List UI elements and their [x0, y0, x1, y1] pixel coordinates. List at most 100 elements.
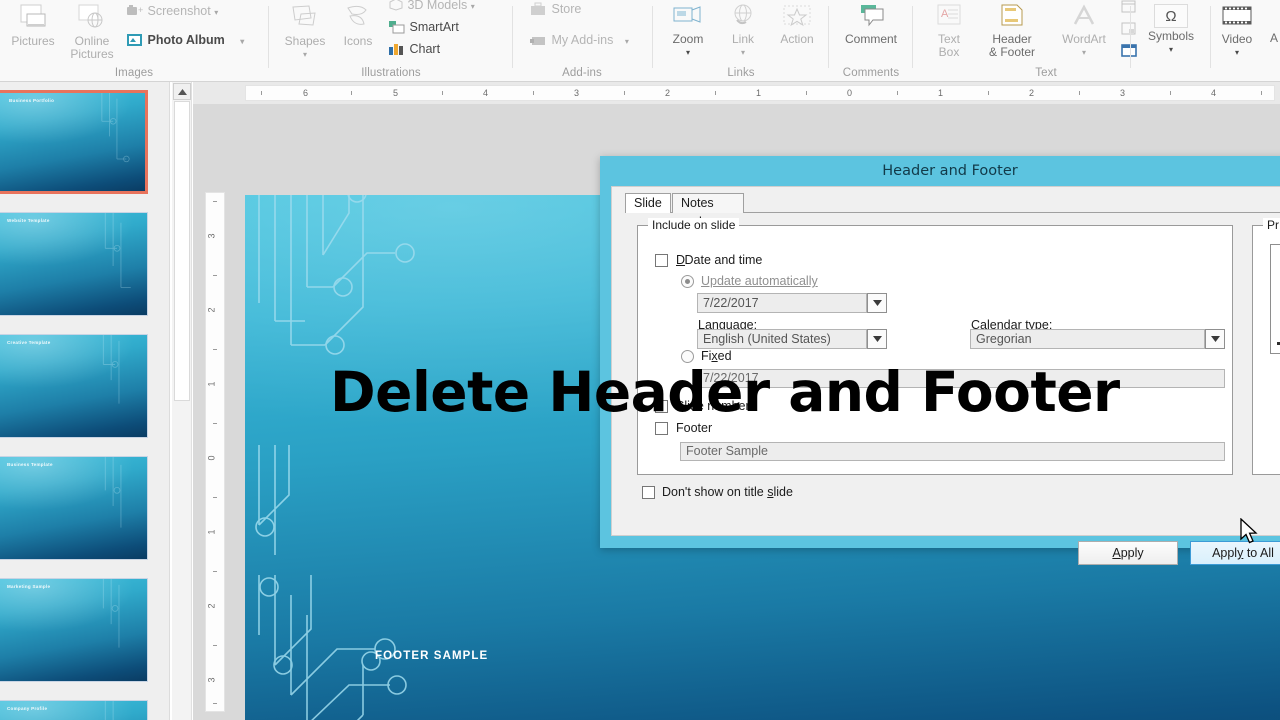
chevron-down-icon[interactable]: [1205, 329, 1225, 349]
thumbnail-title-5: Marketing Sample: [7, 584, 51, 589]
zoom-button[interactable]: Zoom ▾: [660, 4, 716, 59]
thumbnail-title-4: Business Template: [7, 462, 53, 467]
header-footer-label-2: & Footer: [988, 45, 1036, 59]
3d-models-button[interactable]: 3D Models ▾: [388, 0, 475, 14]
dont-show-on-title-slide-checkbox[interactable]: [642, 486, 655, 499]
action-button[interactable]: Action: [770, 4, 824, 46]
slide-thumbnail-panel[interactable]: Business Portfolio Website Template Crea…: [0, 82, 170, 720]
shapes-caret-icon[interactable]: ▾: [278, 48, 332, 61]
screenshot-button[interactable]: + Screenshot ▾: [126, 4, 218, 20]
icons-button[interactable]: Icons: [334, 4, 382, 48]
3d-models-caret-icon[interactable]: ▾: [471, 2, 475, 11]
date-and-time-checkbox[interactable]: [655, 254, 668, 267]
ribbon-group-addins: Store My Add-ins ▾ Add-ins: [514, 0, 650, 82]
photo-album-icon: [126, 33, 144, 47]
wordart-button[interactable]: WordArt ▾: [1052, 4, 1116, 59]
apply-to-all-button-label: Apply to All: [1212, 546, 1274, 560]
v-tick-3b: 3: [206, 677, 217, 683]
update-automatically-radio[interactable]: [681, 275, 694, 288]
calendar-type-combo[interactable]: Gregorian: [970, 329, 1225, 349]
icons-icon: [334, 4, 382, 33]
apply-to-all-button[interactable]: Apply to All: [1190, 541, 1280, 565]
text-box-button[interactable]: A Text Box: [926, 4, 972, 59]
h-minor: [988, 91, 989, 95]
v-tick-2b: 2: [206, 603, 217, 609]
h-tick-4: 4: [483, 88, 489, 98]
chevron-down-icon[interactable]: [867, 329, 887, 349]
header-footer-icon: [976, 4, 1048, 31]
ribbon-group-links: Zoom ▾ Link ▾ Action Links: [654, 0, 828, 82]
v-minor: [213, 423, 217, 424]
h-tick-5: 5: [393, 88, 399, 98]
chevron-down-icon[interactable]: [867, 293, 887, 313]
dialog-title: Header and Footer: [882, 163, 1018, 179]
slide-thumbnail-6[interactable]: Company Profile: [0, 700, 148, 720]
v-tick-1b: 1: [206, 529, 217, 535]
video-caret-icon[interactable]: ▾: [1212, 46, 1262, 59]
smartart-button[interactable]: SmartArt: [388, 20, 459, 34]
group-label-links: Links: [727, 67, 755, 79]
zoom-caret-icon[interactable]: ▾: [660, 46, 716, 59]
tab-notes-and-handouts[interactable]: Notes and Handouts: [672, 193, 744, 248]
photo-album-caret-icon[interactable]: ▾: [240, 37, 244, 46]
ribbon-group-comments: Comment Comments: [830, 0, 912, 82]
language-combo[interactable]: English (United States): [697, 329, 887, 349]
smartart-label: SmartArt: [409, 20, 459, 34]
slide-thumbnail-4[interactable]: Business Template: [0, 456, 148, 560]
slide-thumbnail-2[interactable]: Website Template: [0, 212, 148, 316]
pictures-label: Pictures: [11, 34, 55, 48]
ribbon-group-symbols: Ω Symbols ▾: [1132, 0, 1210, 82]
video-button[interactable]: Video ▾: [1212, 4, 1262, 59]
apply-button[interactable]: Apply: [1078, 541, 1178, 565]
h-tick-0: 0: [847, 88, 853, 98]
my-addins-button[interactable]: My Add-ins ▾: [530, 33, 629, 49]
date-combo[interactable]: 7/22/2017: [697, 293, 887, 313]
h-minor: [897, 91, 898, 95]
horizontal-ruler[interactable]: 6 5 4 3 2 1 0 1 2 3 4: [193, 82, 1280, 104]
photo-album-button[interactable]: Photo Album ▾: [126, 33, 244, 49]
link-caret-icon[interactable]: ▾: [718, 46, 768, 59]
slide-thumbnail-1[interactable]: Business Portfolio: [0, 90, 148, 194]
h-minor: [1170, 91, 1171, 95]
slide-thumbnail-3[interactable]: Creative Template: [0, 334, 148, 438]
h-tick-6: 6: [303, 88, 309, 98]
chart-label: Chart: [409, 42, 441, 56]
thumbnail-scrollbar[interactable]: [172, 82, 192, 720]
my-addins-caret-icon[interactable]: ▾: [625, 37, 629, 46]
slide-thumbnail-5[interactable]: Marketing Sample: [0, 578, 148, 682]
store-button[interactable]: Store: [530, 2, 581, 16]
link-button[interactable]: Link ▾: [718, 4, 768, 59]
v-minor: [213, 571, 217, 572]
3d-models-label: 3D Models: [407, 0, 468, 12]
omega-icon: Ω: [1154, 4, 1188, 28]
screenshot-caret-icon[interactable]: ▾: [214, 8, 218, 17]
thumbnail-title-2: Website Template: [7, 218, 50, 223]
tab-slide[interactable]: Slide: [625, 193, 671, 213]
header-footer-button[interactable]: Header & Footer: [976, 4, 1048, 59]
header-and-footer-dialog[interactable]: Header and Footer Slide Notes and Handou…: [600, 156, 1280, 565]
photo-album-label: Photo Album: [147, 33, 225, 47]
symbols-button[interactable]: Ω Symbols ▾: [1136, 4, 1206, 56]
wordart-caret-icon[interactable]: ▾: [1052, 46, 1116, 59]
screenshot-label: Screenshot: [147, 4, 211, 18]
audio-button[interactable]: A: [1266, 32, 1280, 45]
comment-button[interactable]: Comment: [832, 4, 910, 46]
action-label: Action: [780, 32, 814, 46]
scroll-up-button[interactable]: [173, 83, 191, 100]
vertical-ruler[interactable]: 3 2 1 0 1 2 3: [205, 192, 225, 712]
circuit-pattern-icon: [102, 335, 120, 404]
symbols-label: Symbols: [1147, 29, 1194, 43]
footer-text-field[interactable]: Footer Sample: [680, 442, 1225, 461]
scrollbar-thumb[interactable]: [174, 101, 190, 401]
v-tick-2: 2: [206, 307, 217, 313]
h-tick-4r: 4: [1211, 88, 1217, 98]
symbols-caret-icon[interactable]: ▾: [1136, 43, 1206, 56]
pictures-button[interactable]: Pictures: [4, 4, 62, 48]
ribbon-separator-4: [828, 6, 829, 68]
chart-button[interactable]: Chart: [388, 42, 440, 56]
update-automatically-label: Update automatically: [701, 274, 818, 288]
wordart-label: WordArt: [1062, 32, 1106, 46]
online-pictures-button[interactable]: Online Pictures: [64, 4, 120, 61]
shapes-button[interactable]: Shapes ▾: [278, 4, 332, 61]
store-label: Store: [551, 2, 582, 16]
